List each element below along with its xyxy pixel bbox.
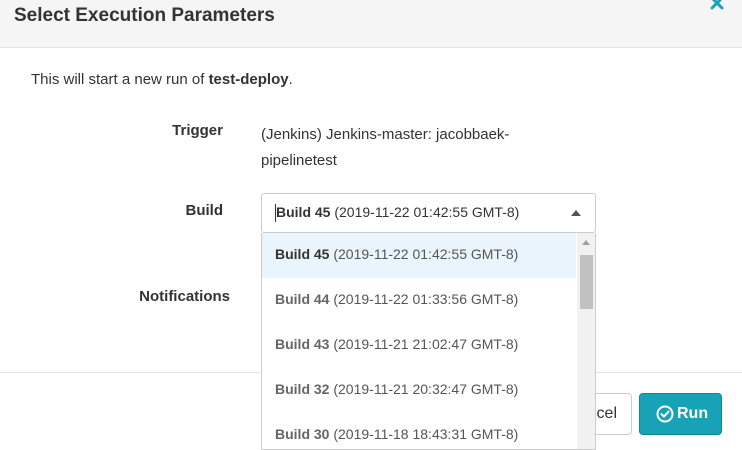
build-option[interactable]: Build 44 (2019-11-22 01:33:56 GMT-8) bbox=[262, 278, 576, 323]
pipeline-name: test-deploy bbox=[208, 71, 289, 88]
trigger-label: Trigger bbox=[172, 122, 223, 139]
run-button[interactable]: Run bbox=[639, 393, 722, 435]
notifications-label: Notifications bbox=[139, 288, 230, 305]
close-icon[interactable] bbox=[710, 0, 724, 10]
build-select-value: Build 45 (2019-11-22 01:42:55 GMT-8) bbox=[276, 204, 520, 220]
build-option[interactable]: Build 43 (2019-11-21 21:02:47 GMT-8) bbox=[262, 323, 576, 368]
chevron-up-icon[interactable] bbox=[571, 210, 581, 216]
build-dropdown-list: Build 45 (2019-11-22 01:42:55 GMT-8) Bui… bbox=[261, 233, 596, 450]
scroll-up-arrow-icon[interactable] bbox=[582, 240, 590, 245]
check-circle-icon bbox=[656, 405, 674, 423]
build-option[interactable]: Build 30 (2019-11-18 18:43:31 GMT-8) bbox=[262, 413, 576, 449]
scrollbar-thumb[interactable] bbox=[580, 255, 593, 309]
intro-text: This will start a new run of test-deploy… bbox=[31, 71, 293, 88]
build-select[interactable]: Build 45 (2019-11-22 01:42:55 GMT-8) bbox=[261, 193, 596, 233]
build-label: Build bbox=[185, 202, 224, 219]
build-option[interactable]: Build 32 (2019-11-21 20:32:47 GMT-8) bbox=[262, 368, 576, 413]
dropdown-scrollbar[interactable] bbox=[577, 233, 595, 449]
dialog-header: Select Execution Parameters bbox=[0, 0, 742, 48]
dialog-title: Select Execution Parameters bbox=[14, 5, 275, 26]
trigger-value: (Jenkins) Jenkins-master: jacobbaek-pipe… bbox=[261, 126, 510, 169]
build-option[interactable]: Build 45 (2019-11-22 01:42:55 GMT-8) bbox=[262, 233, 576, 278]
